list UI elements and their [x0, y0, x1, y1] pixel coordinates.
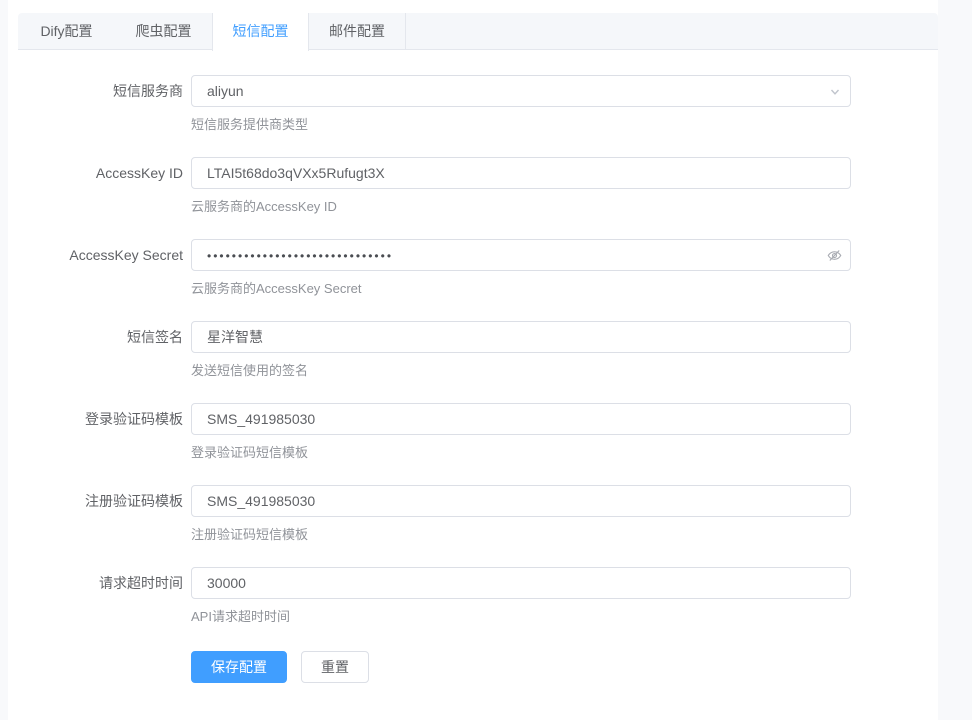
- accesskey-id-hint: 云服务商的AccessKey ID: [191, 198, 851, 216]
- form-item-login-code-template: 登录验证码模板 登录验证码短信模板: [8, 403, 938, 462]
- chevron-down-icon[interactable]: [827, 84, 842, 99]
- form-item-sms-signature: 短信签名 发送短信使用的签名: [8, 321, 938, 380]
- save-config-button[interactable]: 保存配置: [191, 651, 287, 683]
- login-code-template-field: 登录验证码短信模板: [191, 403, 851, 462]
- sms-provider-label: 短信服务商: [8, 75, 191, 134]
- register-code-template-hint: 注册验证码短信模板: [191, 526, 851, 544]
- form-item-accesskey-id: AccessKey ID 云服务商的AccessKey ID: [8, 157, 938, 216]
- accesskey-secret-input[interactable]: [191, 239, 851, 271]
- sms-provider-select[interactable]: [191, 75, 851, 107]
- tabs-nav: Dify配置 爬虫配置 短信配置 邮件配置: [18, 13, 938, 50]
- eye-off-icon[interactable]: [827, 248, 842, 263]
- request-timeout-input[interactable]: [191, 567, 851, 599]
- accesskey-secret-hint: 云服务商的AccessKey Secret: [191, 280, 851, 298]
- login-code-template-hint: 登录验证码短信模板: [191, 444, 851, 462]
- form-item-accesskey-secret: AccessKey Secret 云服务商的AccessKey Secret: [8, 239, 938, 298]
- sms-provider-field: 短信服务提供商类型: [191, 75, 851, 134]
- form-actions: 保存配置 重置: [191, 649, 938, 683]
- login-code-template-input[interactable]: [191, 403, 851, 435]
- form-item-register-code-template: 注册验证码模板 注册验证码短信模板: [8, 485, 938, 544]
- request-timeout-hint: API请求超时时间: [191, 608, 851, 626]
- register-code-template-field: 注册验证码短信模板: [191, 485, 851, 544]
- tab-sms-config[interactable]: 短信配置: [212, 13, 309, 51]
- form-item-sms-provider: 短信服务商 短信服务提供商类型: [8, 75, 938, 134]
- sms-signature-hint: 发送短信使用的签名: [191, 362, 851, 380]
- form-item-request-timeout: 请求超时时间 API请求超时时间: [8, 567, 938, 626]
- request-timeout-field: API请求超时时间: [191, 567, 851, 626]
- sms-config-form: 短信服务商 短信服务提供商类型 AccessKey ID 云服务商的Access…: [8, 50, 938, 683]
- request-timeout-label: 请求超时时间: [8, 567, 191, 626]
- sms-signature-field: 发送短信使用的签名: [191, 321, 851, 380]
- settings-panel: Dify配置 爬虫配置 短信配置 邮件配置 短信服务商 短信服务提供商类型 Ac…: [8, 0, 938, 720]
- accesskey-id-input[interactable]: [191, 157, 851, 189]
- tab-crawler-config[interactable]: 爬虫配置: [115, 13, 212, 49]
- reset-button[interactable]: 重置: [301, 651, 369, 683]
- tab-mail-config[interactable]: 邮件配置: [309, 13, 406, 49]
- accesskey-secret-label: AccessKey Secret: [8, 239, 191, 298]
- sms-signature-label: 短信签名: [8, 321, 191, 380]
- accesskey-id-label: AccessKey ID: [8, 157, 191, 216]
- tabs-header: Dify配置 爬虫配置 短信配置 邮件配置: [8, 0, 938, 50]
- sms-signature-input[interactable]: [191, 321, 851, 353]
- accesskey-secret-field: 云服务商的AccessKey Secret: [191, 239, 851, 298]
- accesskey-id-field: 云服务商的AccessKey ID: [191, 157, 851, 216]
- register-code-template-input[interactable]: [191, 485, 851, 517]
- sms-provider-hint: 短信服务提供商类型: [191, 116, 851, 134]
- tab-dify-config[interactable]: Dify配置: [18, 13, 115, 49]
- login-code-template-label: 登录验证码模板: [8, 403, 191, 462]
- register-code-template-label: 注册验证码模板: [8, 485, 191, 544]
